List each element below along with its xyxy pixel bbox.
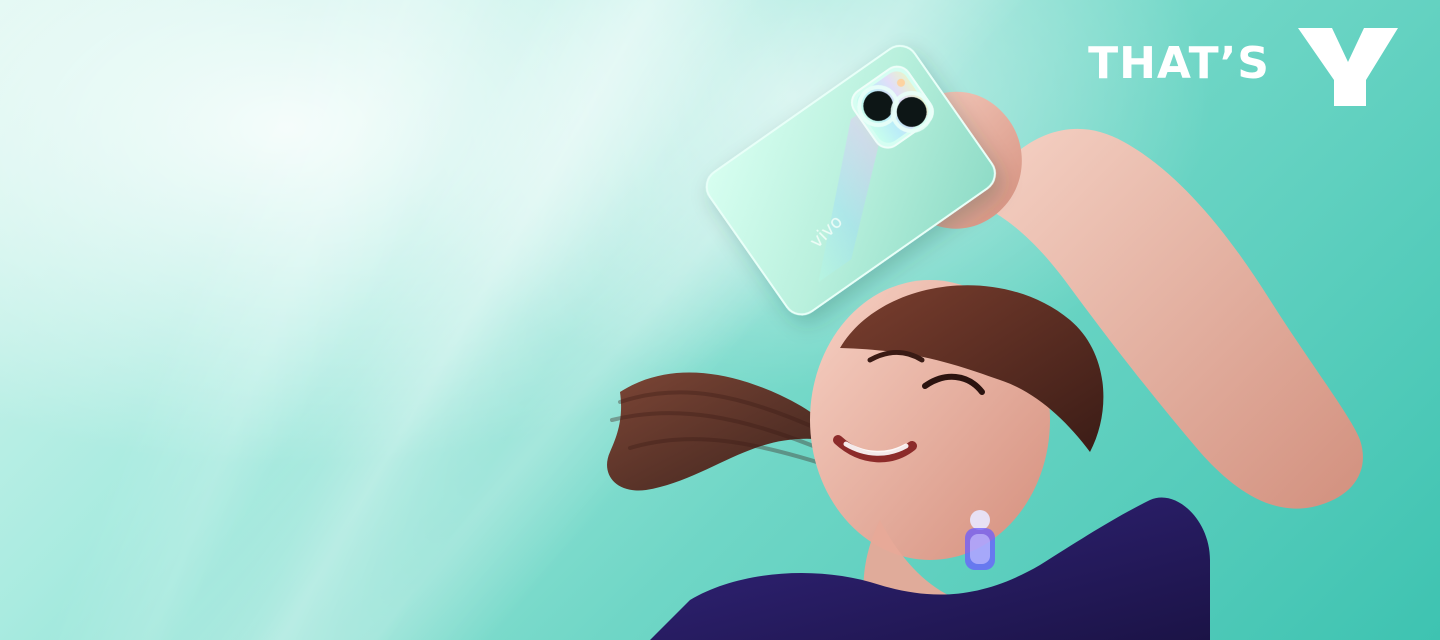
- y-logo-icon: [1298, 28, 1398, 106]
- hero-banner: vivo THAT’S: [0, 0, 1440, 640]
- brand-tagline: THAT’S: [1088, 18, 1408, 110]
- ponytail: [607, 372, 840, 491]
- tagline-text: THAT’S: [1088, 38, 1270, 89]
